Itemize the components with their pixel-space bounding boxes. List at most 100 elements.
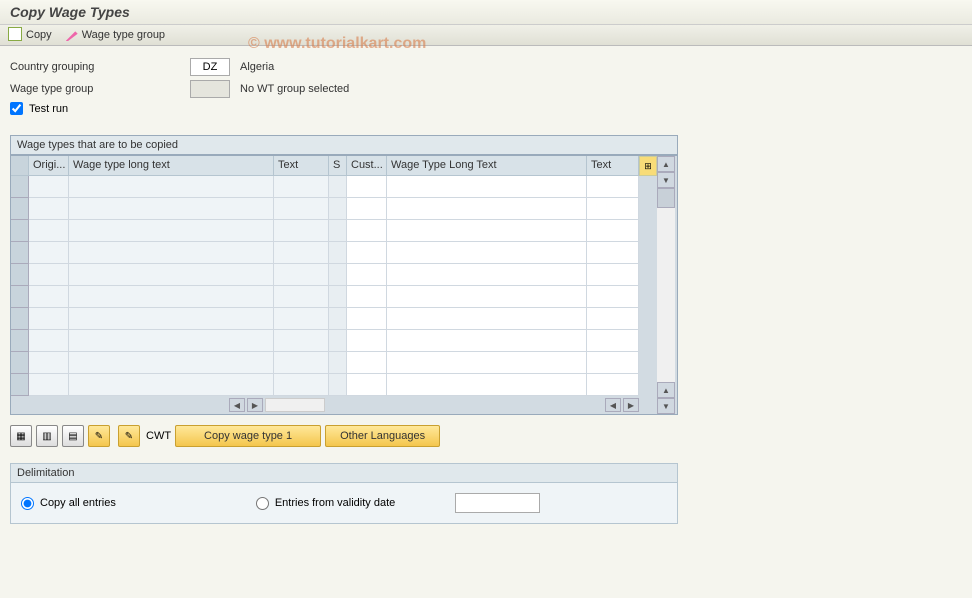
scroll-down-page[interactable]: ▼ bbox=[657, 398, 675, 414]
cell-text[interactable] bbox=[274, 176, 329, 198]
cell-text2[interactable] bbox=[587, 176, 639, 198]
wage-type-group-input[interactable] bbox=[190, 80, 230, 98]
validity-date-input[interactable] bbox=[455, 493, 540, 513]
cell-longtext[interactable] bbox=[69, 264, 274, 286]
cell-cust[interactable] bbox=[347, 176, 387, 198]
cell-cust[interactable] bbox=[347, 220, 387, 242]
cell-text2[interactable] bbox=[587, 374, 639, 396]
cell-text[interactable] bbox=[274, 352, 329, 374]
cell-longtext[interactable] bbox=[69, 374, 274, 396]
cell-longtext2[interactable] bbox=[387, 374, 587, 396]
cell-longtext[interactable] bbox=[69, 242, 274, 264]
other-languages-button[interactable]: Other Languages bbox=[325, 425, 440, 447]
scroll-track[interactable] bbox=[657, 188, 675, 382]
cwt-button[interactable]: ✎ CWT bbox=[118, 425, 171, 447]
copy-button[interactable]: Copy bbox=[10, 29, 52, 41]
cell-text2[interactable] bbox=[587, 198, 639, 220]
cell-text2[interactable] bbox=[587, 330, 639, 352]
row-selector[interactable] bbox=[11, 242, 29, 264]
cell-origi[interactable] bbox=[29, 374, 69, 396]
col-text[interactable]: Text bbox=[274, 156, 329, 176]
cell-origi[interactable] bbox=[29, 286, 69, 308]
cell-longtext2[interactable] bbox=[387, 286, 587, 308]
cell-s[interactable] bbox=[329, 242, 347, 264]
cell-origi[interactable] bbox=[29, 198, 69, 220]
cell-s[interactable] bbox=[329, 220, 347, 242]
row-selector[interactable] bbox=[11, 352, 29, 374]
cell-longtext2[interactable] bbox=[387, 220, 587, 242]
scroll-thumb[interactable] bbox=[657, 188, 675, 208]
row-selector[interactable] bbox=[11, 286, 29, 308]
scroll-up-button[interactable]: ▲ bbox=[657, 156, 675, 172]
cell-text2[interactable] bbox=[587, 264, 639, 286]
row-selector[interactable] bbox=[11, 220, 29, 242]
cell-cust[interactable] bbox=[347, 242, 387, 264]
cell-longtext[interactable] bbox=[69, 330, 274, 352]
h-scroll-left-prev[interactable]: ◀ bbox=[229, 398, 245, 412]
cell-text[interactable] bbox=[274, 220, 329, 242]
cell-cust[interactable] bbox=[347, 308, 387, 330]
cell-cust[interactable] bbox=[347, 198, 387, 220]
col-longtext2[interactable]: Wage Type Long Text bbox=[387, 156, 587, 176]
cell-s[interactable] bbox=[329, 176, 347, 198]
cell-text[interactable] bbox=[274, 264, 329, 286]
row-selector[interactable] bbox=[11, 198, 29, 220]
cell-origi[interactable] bbox=[29, 308, 69, 330]
wage-type-group-button[interactable]: Wage type group bbox=[66, 29, 165, 41]
cell-s[interactable] bbox=[329, 330, 347, 352]
cell-s[interactable] bbox=[329, 286, 347, 308]
cell-longtext[interactable] bbox=[69, 308, 274, 330]
cell-text[interactable] bbox=[274, 286, 329, 308]
cell-longtext2[interactable] bbox=[387, 242, 587, 264]
cell-origi[interactable] bbox=[29, 176, 69, 198]
cell-cust[interactable] bbox=[347, 264, 387, 286]
cell-cust[interactable] bbox=[347, 286, 387, 308]
row-selector[interactable] bbox=[11, 374, 29, 396]
cell-longtext[interactable] bbox=[69, 176, 274, 198]
col-cust[interactable]: Cust... bbox=[347, 156, 387, 176]
cell-text[interactable] bbox=[274, 242, 329, 264]
cell-text2[interactable] bbox=[587, 242, 639, 264]
row-selector[interactable] bbox=[11, 264, 29, 286]
cell-text2[interactable] bbox=[587, 308, 639, 330]
cell-text[interactable] bbox=[274, 308, 329, 330]
cell-longtext[interactable] bbox=[69, 198, 274, 220]
cell-longtext2[interactable] bbox=[387, 176, 587, 198]
h-scroll-right-next[interactable]: ▶ bbox=[623, 398, 639, 412]
cell-longtext2[interactable] bbox=[387, 330, 587, 352]
cell-cust[interactable] bbox=[347, 330, 387, 352]
cell-origi[interactable] bbox=[29, 220, 69, 242]
scroll-down-button[interactable]: ▼ bbox=[657, 172, 675, 188]
cell-longtext2[interactable] bbox=[387, 264, 587, 286]
cell-text2[interactable] bbox=[587, 286, 639, 308]
col-longtext[interactable]: Wage type long text bbox=[69, 156, 274, 176]
cell-cust[interactable] bbox=[347, 352, 387, 374]
cell-s[interactable] bbox=[329, 352, 347, 374]
cell-s[interactable] bbox=[329, 374, 347, 396]
cell-s[interactable] bbox=[329, 264, 347, 286]
cell-origi[interactable] bbox=[29, 352, 69, 374]
cell-longtext[interactable] bbox=[69, 352, 274, 374]
cell-origi[interactable] bbox=[29, 264, 69, 286]
cell-longtext2[interactable] bbox=[387, 198, 587, 220]
cell-text[interactable] bbox=[274, 374, 329, 396]
list-icon[interactable]: ▤ bbox=[62, 425, 84, 447]
cell-cust[interactable] bbox=[347, 374, 387, 396]
cell-text2[interactable] bbox=[587, 220, 639, 242]
test-run-checkbox[interactable] bbox=[10, 102, 23, 115]
h-scroll-left-next[interactable]: ▶ bbox=[247, 398, 263, 412]
entries-from-radio[interactable] bbox=[256, 497, 269, 510]
cell-longtext2[interactable] bbox=[387, 352, 587, 374]
col-origi[interactable]: Origi... bbox=[29, 156, 69, 176]
h-scroll-right-prev[interactable]: ◀ bbox=[605, 398, 621, 412]
cell-longtext[interactable] bbox=[69, 286, 274, 308]
row-selector[interactable] bbox=[11, 176, 29, 198]
cell-longtext[interactable] bbox=[69, 220, 274, 242]
col-s[interactable]: S bbox=[329, 156, 347, 176]
country-grouping-input[interactable] bbox=[190, 58, 230, 76]
table-config-icon[interactable]: ⊞ bbox=[639, 156, 657, 176]
cell-text[interactable] bbox=[274, 198, 329, 220]
cell-text[interactable] bbox=[274, 330, 329, 352]
cell-s[interactable] bbox=[329, 308, 347, 330]
copy-wage-type-1-button[interactable]: Copy wage type 1 bbox=[175, 425, 321, 447]
